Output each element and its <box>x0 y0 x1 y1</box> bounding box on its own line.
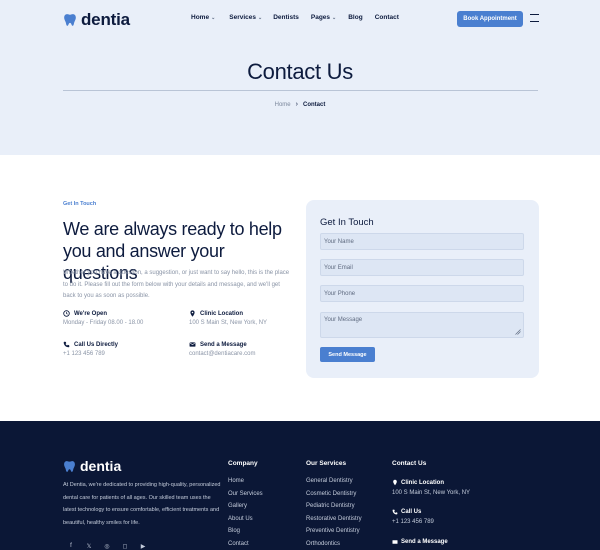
chevron-down-icon: ⌄ <box>211 14 216 21</box>
footer-link[interactable]: Pediatric Dentistry <box>306 500 362 513</box>
nav-item-dentists[interactable]: Dentists <box>273 14 299 21</box>
footer-link[interactable]: General Dentistry <box>306 475 362 488</box>
nav-item-home[interactable]: Home ⌄ <box>191 14 215 21</box>
site-footer: dentia At Dentia, we're dedicated to pro… <box>0 421 600 550</box>
footer-services: Our Services General Dentistry Cosmetic … <box>306 460 362 550</box>
nav-item-pages[interactable]: Pages ⌄ <box>311 14 336 21</box>
info-location: Clinic Location 100 S Main St, New York,… <box>189 310 268 326</box>
x-icon[interactable]: 𝕏 <box>85 542 93 550</box>
nav-item-contact[interactable]: Contact <box>375 14 399 21</box>
map-pin-icon <box>393 479 397 486</box>
footer-link[interactable]: Blog <box>228 525 263 538</box>
footer-link[interactable]: About Us <box>228 513 263 526</box>
name-field[interactable]: Your Name <box>320 233 524 250</box>
book-appointment-button[interactable]: Book Appointment <box>457 11 523 27</box>
whatsapp-icon[interactable]: ◎ <box>103 542 111 550</box>
youtube-icon[interactable]: ▶ <box>139 542 147 550</box>
info-message: Send a Message contact@dentiacare.com <box>189 341 256 358</box>
chevron-down-icon: ⌄ <box>258 14 263 21</box>
footer-contact: Contact Us <box>392 460 427 467</box>
envelope-icon <box>189 342 196 347</box>
footer-link[interactable]: Our Services <box>228 488 263 501</box>
page-header: dentia Home ⌄ Services ⌄ Dentists Pages ⌄ B… <box>0 0 600 155</box>
section-eyebrow: Get In Touch <box>63 201 97 207</box>
map-pin-icon <box>190 310 195 317</box>
footer-link[interactable]: Restorative Dentistry <box>306 513 362 526</box>
message-field[interactable]: Your Message <box>320 312 524 338</box>
site-logo[interactable]: dentia <box>63 10 130 30</box>
phone-icon <box>63 341 70 348</box>
nav-item-blog[interactable]: Blog <box>348 14 362 21</box>
tooth-icon <box>64 460 75 472</box>
footer-link[interactable]: Cosmetic Dentistry <box>306 488 362 501</box>
nav-item-services[interactable]: Services ⌄ <box>229 14 262 21</box>
footer-location: Clinic Location 100 S Main St, New York,… <box>392 479 471 497</box>
phone-field[interactable]: Your Phone <box>320 285 524 302</box>
footer-link[interactable]: Orthodontics <box>306 538 362 550</box>
brand-name: dentia <box>81 10 130 29</box>
section-intro: Whether you have a question, a suggestio… <box>63 270 290 299</box>
footer-message: Send a Message <box>392 539 448 545</box>
contact-form: Get In Touch Your Name Your Email Your P… <box>306 200 539 378</box>
info-call: Call Us Directly +1 123 456 789 <box>63 341 119 358</box>
facebook-icon[interactable]: f <box>67 542 75 550</box>
chevron-right-icon: › <box>295 101 298 108</box>
tooth-icon <box>64 14 76 26</box>
email-field[interactable]: Your Email <box>320 259 524 276</box>
resize-handle-icon[interactable] <box>515 329 521 335</box>
chevron-down-icon: ⌄ <box>332 14 337 21</box>
breadcrumb-home[interactable]: Home <box>275 102 291 108</box>
breadcrumb-current: Contact <box>303 102 326 108</box>
instagram-icon[interactable]: ◻ <box>121 542 129 550</box>
phone-icon <box>392 509 398 515</box>
footer-call: Call Us +1 123 456 789 <box>392 509 434 525</box>
menu-icon[interactable] <box>530 14 539 22</box>
breadcrumb: Home › Contact <box>0 101 600 108</box>
page-title: Contact Us <box>247 59 353 84</box>
info-open-hours: We're Open Monday - Friday 08.00 - 18.00 <box>63 310 144 326</box>
main-nav: Home ⌄ Services ⌄ Dentists Pages ⌄ Blog Con… <box>191 14 399 21</box>
footer-company: Company Home Our Services Gallery About … <box>228 460 263 550</box>
footer-link[interactable]: Gallery <box>228 500 263 513</box>
divider <box>63 90 538 91</box>
footer-link[interactable]: Home <box>228 475 263 488</box>
footer-brand-name: dentia <box>80 458 122 474</box>
form-title: Get In Touch <box>320 217 374 228</box>
footer-about: At Dentia, we're dedicated to providing … <box>63 482 221 526</box>
footer-link[interactable]: Contact <box>228 538 263 550</box>
clock-icon <box>63 310 70 317</box>
send-message-button[interactable]: Send Message <box>320 347 375 362</box>
footer-link[interactable]: Preventive Dentistry <box>306 525 362 538</box>
footer-logo[interactable]: dentia <box>63 458 121 474</box>
social-links: f 𝕏 ◎ ◻ ▶ <box>67 542 147 550</box>
envelope-icon <box>392 540 398 544</box>
